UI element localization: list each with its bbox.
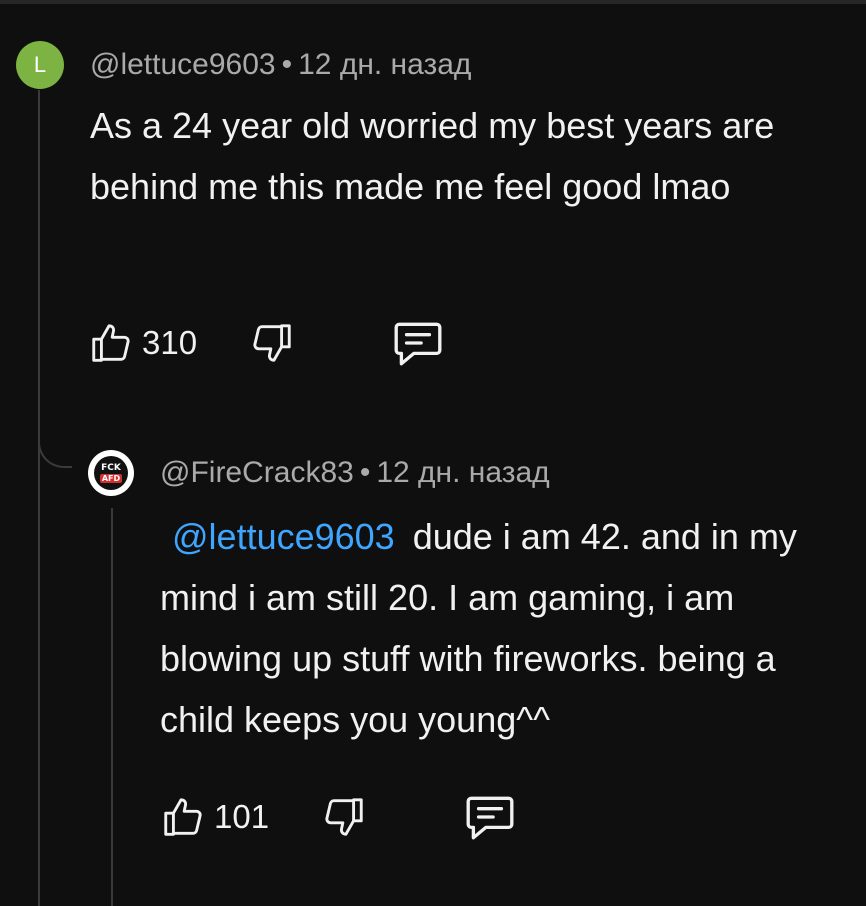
top-border: [0, 0, 866, 4]
comment-actions: 101: [160, 792, 517, 842]
author-name[interactable]: @FireCrack83: [160, 456, 354, 489]
timestamp[interactable]: 12 дн. назад: [376, 456, 549, 489]
like-count: 101: [214, 798, 270, 835]
comment-meta: @lettuce9603 • 12 дн. назад: [90, 48, 471, 82]
avatar-text-top: FCK: [101, 462, 121, 473]
reply-icon[interactable]: [391, 318, 445, 368]
timestamp[interactable]: 12 дн. назад: [298, 48, 471, 81]
thumbs-down-icon[interactable]: [249, 320, 295, 366]
avatar-letter: L: [33, 52, 47, 77]
avatar[interactable]: FCK AFD: [88, 450, 134, 496]
comment-meta: @FireCrack83 • 12 дн. назад: [160, 456, 550, 490]
like-count: 310: [142, 324, 198, 361]
comment-text: @lettuce9603 dude i am 42. and in my mind…: [160, 506, 850, 750]
thumbs-up-icon[interactable]: [88, 320, 134, 366]
mention-link[interactable]: @lettuce9603: [172, 516, 395, 557]
author-name[interactable]: @lettuce9603: [90, 48, 276, 81]
comment-actions: 310: [88, 318, 445, 368]
reply-thread-line: [111, 508, 113, 906]
reply-icon[interactable]: [463, 792, 517, 842]
meta-separator: •: [359, 456, 371, 489]
thumbs-up-icon[interactable]: [160, 794, 206, 840]
meta-separator: •: [281, 48, 293, 81]
avatar-image: FCK AFD: [94, 456, 128, 490]
thread-line: [38, 90, 40, 906]
avatar-text-bottom: AFD: [99, 473, 123, 483]
comment-text: As a 24 year old worried my best years a…: [90, 105, 775, 207]
reply-connector: [38, 410, 72, 468]
thumbs-down-icon[interactable]: [321, 794, 367, 840]
avatar[interactable]: L: [16, 41, 64, 89]
